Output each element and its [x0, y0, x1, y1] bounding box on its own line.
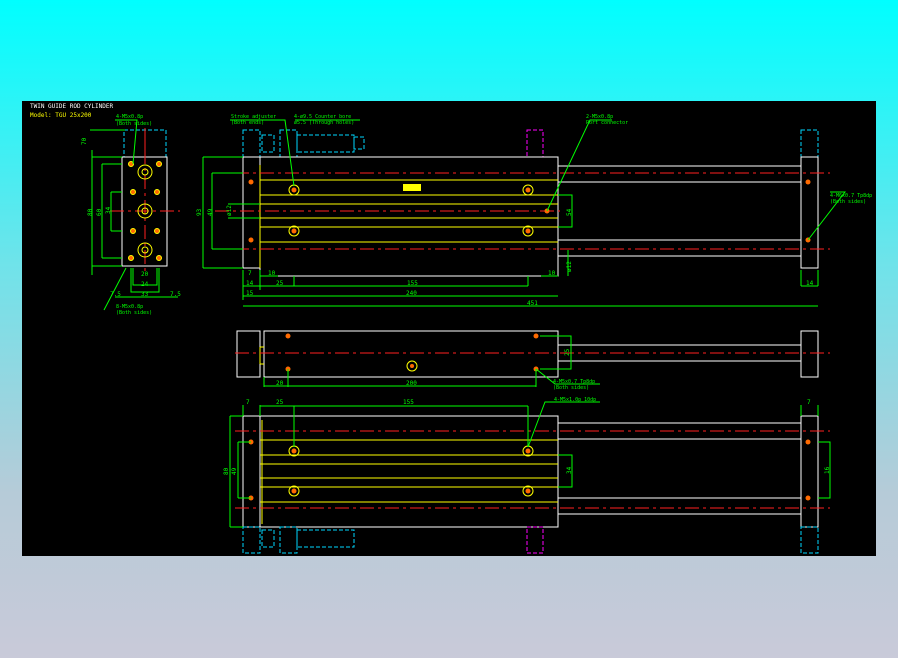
svg-text:34: 34	[566, 466, 573, 474]
svg-text:14: 14	[806, 280, 814, 287]
svg-text:24: 24	[141, 281, 149, 288]
svg-text:7.5: 7.5	[170, 291, 181, 298]
svg-text:7: 7	[248, 270, 252, 277]
svg-text:Port connector: Port connector	[586, 120, 628, 126]
svg-text:7: 7	[246, 399, 250, 406]
svg-text:93: 93	[196, 208, 203, 216]
svg-text:10: 10	[548, 270, 556, 277]
svg-text:ø12: ø12	[226, 205, 233, 216]
bottom-view: 7 7 25 155 80 49 34 16 4-M5x1.0p 10dp	[223, 397, 831, 554]
svg-text:80: 80	[223, 467, 230, 475]
svg-text:16: 16	[824, 466, 831, 474]
svg-text:70: 70	[81, 137, 88, 145]
top-view: 93 49 ø12 54 ø12 7 10 10 14 14 25 155 15…	[196, 114, 872, 307]
cad-drawing: TWIN GUIDE ROD CYLINDER Model: TGU 25x20…	[30, 103, 872, 554]
svg-text:14: 14	[246, 280, 254, 287]
svg-text:(Both sides): (Both sides)	[553, 385, 589, 391]
svg-text:20: 20	[276, 380, 284, 387]
drawing-title: TWIN GUIDE ROD CYLINDER	[30, 103, 113, 110]
svg-text:49: 49	[207, 208, 214, 216]
svg-text:4-M5x0.8p: 4-M5x0.8p	[116, 114, 143, 120]
svg-text:(Both sides): (Both sides)	[830, 199, 866, 205]
svg-text:7: 7	[807, 399, 811, 406]
svg-text:451: 451	[527, 300, 538, 307]
svg-text:54: 54	[566, 208, 573, 216]
svg-text:240: 240	[406, 290, 417, 297]
svg-text:4-M5x1.0p 10dp: 4-M5x1.0p 10dp	[554, 397, 596, 403]
svg-text:49: 49	[231, 467, 238, 475]
svg-text:34: 34	[105, 206, 112, 214]
svg-text:25: 25	[564, 348, 571, 356]
svg-text:60: 60	[96, 208, 103, 216]
side-view: 70 80 60 34 20 24 33 7.5 7.5 4-M5x0.8p (…	[81, 114, 181, 316]
svg-text:20: 20	[141, 271, 149, 278]
svg-text:ø12: ø12	[566, 261, 573, 272]
svg-text:155: 155	[407, 280, 418, 287]
middle-view: 20 200 25 4-M5x0.7 Tp8dp (Both sides)	[235, 330, 830, 391]
svg-text:155: 155	[403, 399, 414, 406]
svg-text:200: 200	[406, 380, 417, 387]
svg-text:(Both sides): (Both sides)	[116, 310, 152, 316]
svg-text:(Both sides): (Both sides)	[116, 121, 152, 127]
svg-text:(Both ends): (Both ends)	[231, 120, 264, 126]
drawing-model: Model: TGU 25x200	[30, 112, 92, 119]
svg-text:ø5.5 (Through holes): ø5.5 (Through holes)	[294, 120, 354, 126]
svg-text:25: 25	[276, 280, 284, 287]
svg-text:15: 15	[246, 290, 254, 297]
svg-text:10: 10	[268, 270, 276, 277]
svg-text:25: 25	[276, 399, 284, 406]
svg-text:33: 33	[141, 291, 149, 298]
svg-text:80: 80	[87, 208, 94, 216]
